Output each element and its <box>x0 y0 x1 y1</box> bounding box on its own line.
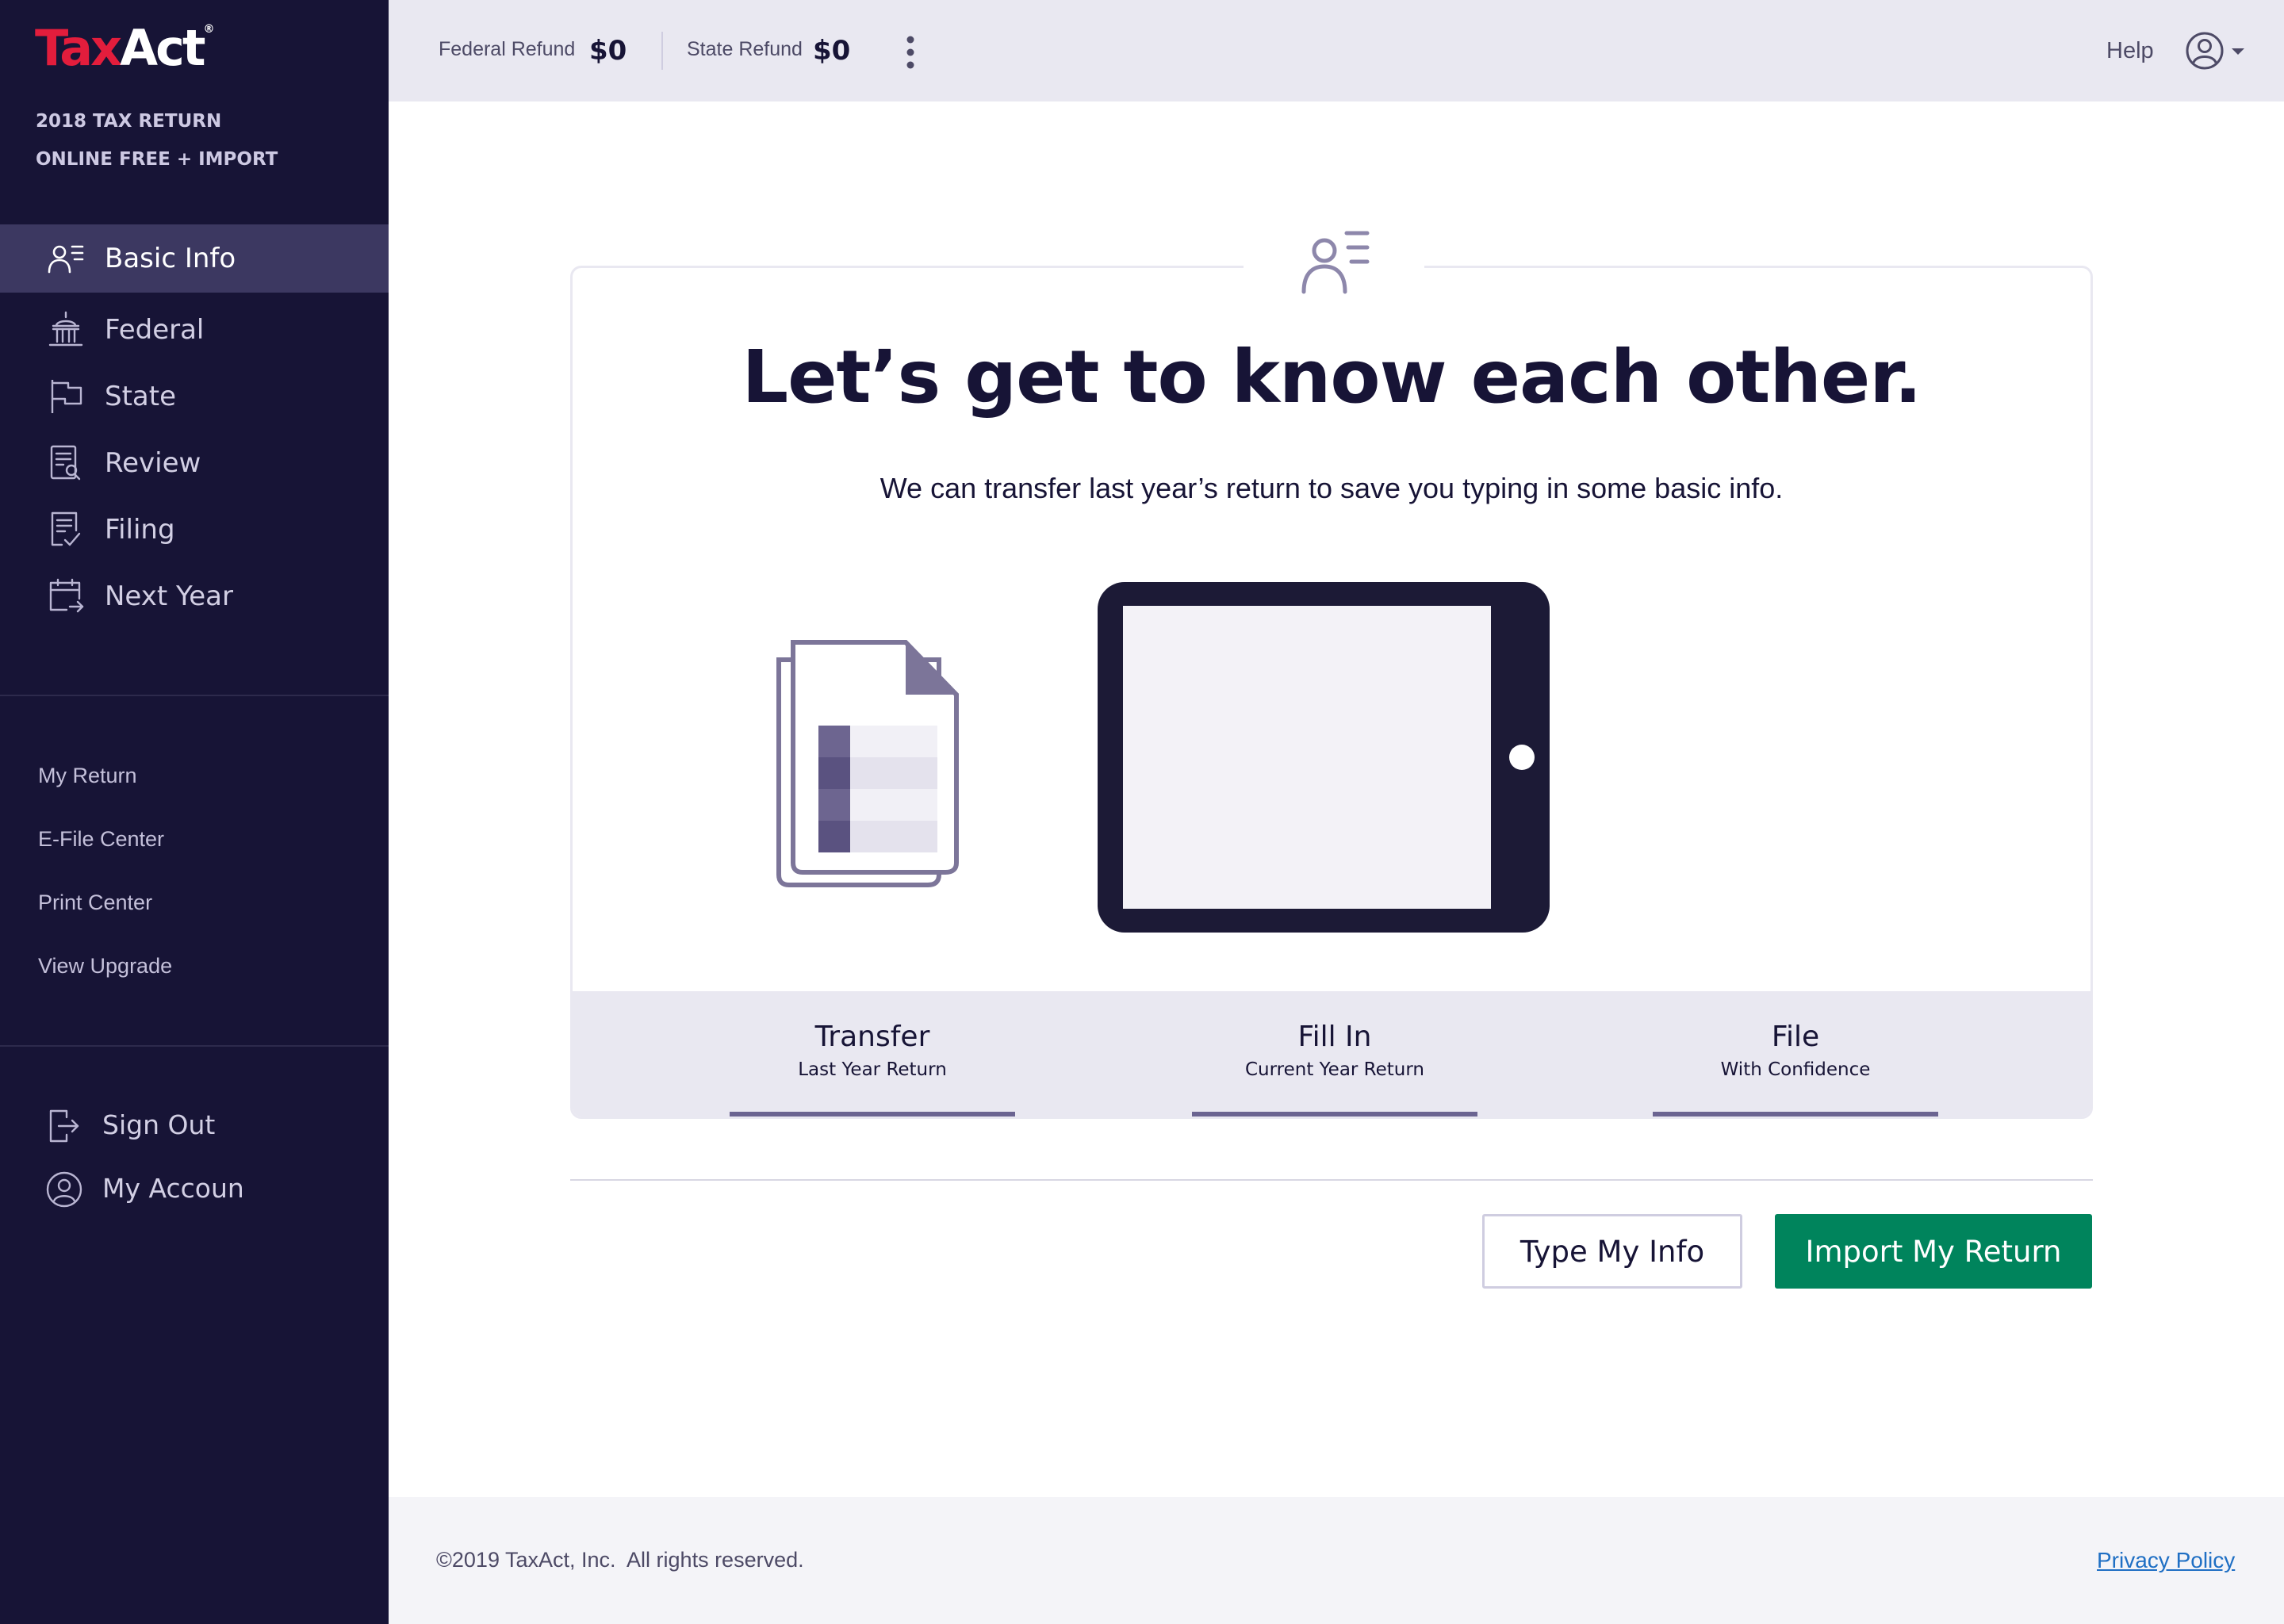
document-check-icon <box>51 511 81 546</box>
sidebar-divider <box>0 695 389 696</box>
capitol-building-icon <box>48 311 83 347</box>
nav-item-federal[interactable]: Federal <box>0 296 389 364</box>
footer: ©2019 TaxAct, Inc. All rights reserved. … <box>389 1497 2284 1624</box>
person-list-icon <box>1301 231 1370 294</box>
step-title: Fill In <box>1297 1021 1372 1053</box>
state-refund-amount: $0 <box>813 35 851 67</box>
sidebar: TaxAct® 2018 TAX RETURN ONLINE FREE + IM… <box>0 0 389 1624</box>
copyright-text: ©2019 TaxAct, Inc. All rights reserved. <box>436 1548 804 1572</box>
step-underline <box>730 1112 1015 1116</box>
flag-icon <box>51 380 82 413</box>
link-my-return[interactable]: My Return <box>38 764 137 788</box>
step-subtitle: Last Year Return <box>798 1059 947 1080</box>
steps-bar: Transfer Last Year Return Fill In Curren… <box>573 991 2090 1116</box>
section-divider <box>570 1179 2093 1181</box>
link-e-file-center[interactable]: E-File Center <box>38 827 164 852</box>
logo-registered-mark: ® <box>203 23 215 36</box>
nav-item-state[interactable]: State <box>0 362 389 431</box>
nav-label-state: State <box>105 381 176 412</box>
nav-label-review: Review <box>105 447 201 479</box>
top-header: Federal Refund $0 State Refund $0 Help <box>389 0 2284 102</box>
step-subtitle: Current Year Return <box>1244 1059 1425 1080</box>
link-print-center[interactable]: Print Center <box>38 891 152 915</box>
my-account-label: My Accoun <box>102 1173 244 1204</box>
person-list-icon <box>48 245 84 274</box>
link-view-upgrade[interactable]: View Upgrade <box>38 954 172 979</box>
user-menu-icon[interactable] <box>2184 29 2255 73</box>
intro-subtext: We can transfer last year’s return to sa… <box>879 472 1784 504</box>
nav-item-review[interactable]: Review <box>0 429 389 497</box>
my-account-button[interactable]: My Accoun <box>0 1162 389 1217</box>
sidebar-divider <box>0 1045 389 1047</box>
federal-refund-amount: $0 <box>589 35 627 67</box>
step-title: Transfer <box>814 1021 930 1053</box>
type-my-info-button[interactable]: Type My Info <box>1482 1214 1742 1289</box>
federal-refund-label: Federal Refund <box>439 38 576 60</box>
page-heading: Let’s get to know each other. <box>742 335 1922 419</box>
step-underline <box>1653 1112 1938 1116</box>
sign-out-button[interactable]: Sign Out <box>0 1098 389 1154</box>
step-file: File With Confidence <box>1653 991 1938 1116</box>
nav-label-federal: Federal <box>105 314 205 346</box>
logo-text-white: Act <box>120 19 205 77</box>
step-underline <box>1192 1112 1477 1116</box>
step-subtitle: With Confidence <box>1720 1059 1871 1080</box>
product-year: 2018 TAX RETURN <box>36 111 222 132</box>
nav-item-filing[interactable]: Filing <box>0 496 389 564</box>
nav-label-basic-info: Basic Info <box>105 243 236 274</box>
step-fill-in: Fill In Current Year Return <box>1192 991 1477 1116</box>
step-title: File <box>1771 1021 1820 1053</box>
sign-out-label: Sign Out <box>102 1109 216 1140</box>
tablet-illustration <box>1098 582 1550 933</box>
nav-item-basic-info[interactable]: Basic Info <box>0 224 389 293</box>
nav-label-next-year: Next Year <box>105 580 233 612</box>
sign-out-icon <box>49 1109 79 1143</box>
taxact-logo[interactable]: TaxAct® <box>35 24 215 73</box>
document-search-icon <box>50 445 81 481</box>
user-circle-icon <box>46 1171 82 1208</box>
nav-label-filing: Filing <box>105 514 175 546</box>
nav-item-next-year[interactable]: Next Year <box>0 562 389 630</box>
refund-divider <box>661 32 663 70</box>
document-stack-illustration <box>776 640 959 887</box>
help-link[interactable]: Help <box>2106 38 2154 64</box>
state-refund-label: State Refund <box>687 38 803 60</box>
logo-text-red: Tax <box>35 19 122 77</box>
product-edition: ONLINE FREE + IMPORT <box>36 149 278 170</box>
import-my-return-button[interactable]: Import My Return <box>1775 1214 2092 1289</box>
step-transfer: Transfer Last Year Return <box>730 991 1015 1116</box>
calendar-arrow-icon <box>49 578 84 613</box>
more-options-icon[interactable] <box>904 35 917 70</box>
privacy-policy-link[interactable]: Privacy Policy <box>2097 1548 2235 1573</box>
